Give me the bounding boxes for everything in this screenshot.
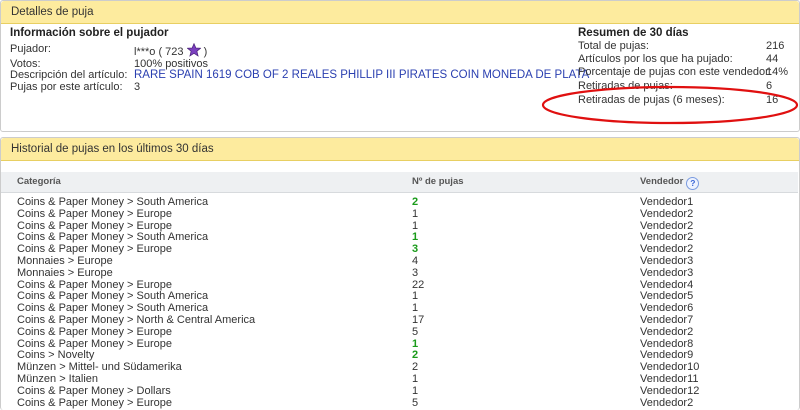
column-category: Categoría xyxy=(17,176,61,187)
seller-cell: Vendedor11 xyxy=(640,373,699,385)
seller-cell: Vendedor7 xyxy=(640,314,694,326)
summary-row: Retiradas de pujas: 6 xyxy=(0,80,800,92)
table-row: Coins & Paper Money > Europe 3 Vendedor2 xyxy=(0,243,800,255)
summary-row: Artículos por los que ha pujado: 44 xyxy=(0,53,800,65)
summary-row-label: Retiradas de pujas: xyxy=(578,80,673,92)
category-cell: Münzen > Italien xyxy=(17,373,99,385)
summary-row-label: Porcentaje de pujas con este vendedor: xyxy=(578,66,772,78)
summary-row: Retiradas de pujas (6 meses): 16 xyxy=(0,94,800,106)
category-cell: Coins & Paper Money > South America xyxy=(17,290,209,303)
seller-cell: Vendedor2 xyxy=(640,396,694,409)
seller-cell: Vendedor9 xyxy=(640,349,694,362)
bids-cell: 1 xyxy=(412,373,419,385)
bids-cell: 1 xyxy=(412,290,419,303)
bid-history-header: Historial de pujas en los últimos 30 día… xyxy=(1,138,799,161)
bids-cell: 2 xyxy=(412,361,419,374)
column-seller-label: Vendedor xyxy=(640,176,684,187)
bids-cell: 3 xyxy=(412,266,419,279)
seller-cell: Vendedor2 xyxy=(640,325,694,338)
table-row: Coins & Paper Money > South America 1 Vend… xyxy=(0,302,800,314)
category-cell: Monnaies > Europe xyxy=(17,266,113,279)
seller-cell: Vendedor2 xyxy=(640,243,694,256)
category-cell: Coins & Paper Money > North & Central Am… xyxy=(17,314,256,326)
bids-cell: 1 xyxy=(412,302,419,315)
bids-cell: 3 xyxy=(412,243,419,256)
table-row: Coins & Paper Money > South America 2 Vend… xyxy=(0,196,800,208)
category-cell: Coins & Paper Money > Europe xyxy=(17,337,173,350)
table-row: Coins & Paper Money > Europe 5 Vendedor2 xyxy=(0,397,800,409)
summary-row-value: 6 xyxy=(766,80,773,92)
table-row: Coins & Paper Money > North & Central Am… xyxy=(0,314,800,326)
bidder-info-title: Información sobre el pujador xyxy=(10,27,169,39)
category-cell: Monnaies > Europe xyxy=(17,255,113,267)
table-row: Coins & Paper Money > Europe 1 Vendedor2 xyxy=(0,220,800,232)
seller-cell: Vendedor3 xyxy=(640,266,694,279)
seller-cell: Vendedor12 xyxy=(640,384,700,397)
category-cell: Coins & Paper Money > Europe xyxy=(17,219,173,232)
summary-row-value: 16 xyxy=(766,94,779,106)
table-row: Münzen > Italien 1 Vendedor11 xyxy=(0,373,800,385)
table-row: Monnaies > Europe 3 Vendedor3 xyxy=(0,267,800,279)
bids-cell: 17 xyxy=(412,314,425,326)
seller-cell: Vendedor6 xyxy=(640,302,694,315)
summary-row-value: 14% xyxy=(766,66,789,78)
seller-cell: Vendedor2 xyxy=(640,207,694,220)
bids-cell: 1 xyxy=(412,207,419,220)
category-cell: Coins & Paper Money > Europe xyxy=(17,243,173,256)
seller-cell: Vendedor2 xyxy=(640,231,694,244)
summary-row: Porcentaje de pujas con este vendedor: 14… xyxy=(0,66,800,78)
summary-row: Total de pujas: 216 xyxy=(0,40,800,52)
seller-cell: Vendedor4 xyxy=(640,278,694,291)
summary-row-value: 216 xyxy=(766,40,785,52)
seller-cell: Vendedor10 xyxy=(640,361,700,374)
history-table-header: Categoría Nº de pujas Vendedor? xyxy=(1,172,798,193)
category-cell: Coins & Paper Money > Dollars xyxy=(17,384,171,397)
table-row: Münzen > Mittel- und Südamerika 2 Vendedor… xyxy=(0,361,800,373)
table-row: Coins & Paper Money > Europe 1 Vendedor2 xyxy=(0,208,800,220)
bids-cell: 2 xyxy=(412,349,419,362)
summary-row-label: Total de pujas: xyxy=(578,40,649,52)
category-cell: Coins & Paper Money > Europe xyxy=(17,207,173,220)
seller-cell: Vendedor8 xyxy=(640,337,694,350)
bids-cell: 1 xyxy=(412,219,419,232)
table-row: Coins & Paper Money > South America 1 Vend… xyxy=(0,231,800,243)
seller-cell: Vendedor1 xyxy=(640,196,694,208)
table-row: Coins & Paper Money > Dollars 1 Vendedor12 xyxy=(0,385,800,397)
summary-row-label: Artículos por los que ha pujado: xyxy=(578,53,733,65)
category-cell: Coins & Paper Money > Europe xyxy=(17,278,173,291)
category-cell: Coins & Paper Money > South America xyxy=(17,302,209,315)
bids-cell: 2 xyxy=(412,196,419,208)
bids-cell: 22 xyxy=(412,278,425,291)
bids-cell: 1 xyxy=(412,337,419,350)
table-row: Coins & Paper Money > Europe 5 Vendedor2 xyxy=(0,326,800,338)
bids-cell: 1 xyxy=(412,384,419,397)
help-icon[interactable]: ? xyxy=(686,177,700,190)
category-cell: Coins & Paper Money > South America xyxy=(17,196,209,208)
seller-cell: Vendedor2 xyxy=(640,219,694,232)
category-cell: Coins & Paper Money > Europe xyxy=(17,396,173,409)
bids-cell: 5 xyxy=(412,396,419,409)
category-cell: Münzen > Mittel- und Südamerika xyxy=(17,361,182,374)
table-row: Monnaies > Europe 4 Vendedor3 xyxy=(0,255,800,267)
category-cell: Coins & Paper Money > South America xyxy=(17,231,209,244)
bid-details-header: Detalles de puja xyxy=(1,1,799,24)
summary-row-value: 44 xyxy=(766,53,779,65)
table-row: Coins & Paper Money > Europe 1 Vendedor8 xyxy=(0,338,800,350)
bids-cell: 5 xyxy=(412,325,419,338)
summary-title: Resumen de 30 días xyxy=(578,27,689,39)
bids-cell: 4 xyxy=(412,255,419,267)
category-cell: Coins > Novelty xyxy=(17,349,95,362)
summary-row-label: Retiradas de pujas (6 meses): xyxy=(578,94,725,106)
seller-cell: Vendedor3 xyxy=(640,255,694,267)
table-row: Coins > Novelty 2 Vendedor9 xyxy=(0,349,800,361)
table-row: Coins & Paper Money > South America 1 Vend… xyxy=(0,290,800,302)
bids-cell: 1 xyxy=(412,231,419,244)
seller-cell: Vendedor5 xyxy=(640,290,694,303)
category-cell: Coins & Paper Money > Europe xyxy=(17,325,173,338)
column-bids: Nº de pujas xyxy=(412,176,464,187)
table-row: Coins & Paper Money > Europe 22 Vendedor4 xyxy=(0,279,800,291)
column-seller: Vendedor? xyxy=(640,176,700,190)
